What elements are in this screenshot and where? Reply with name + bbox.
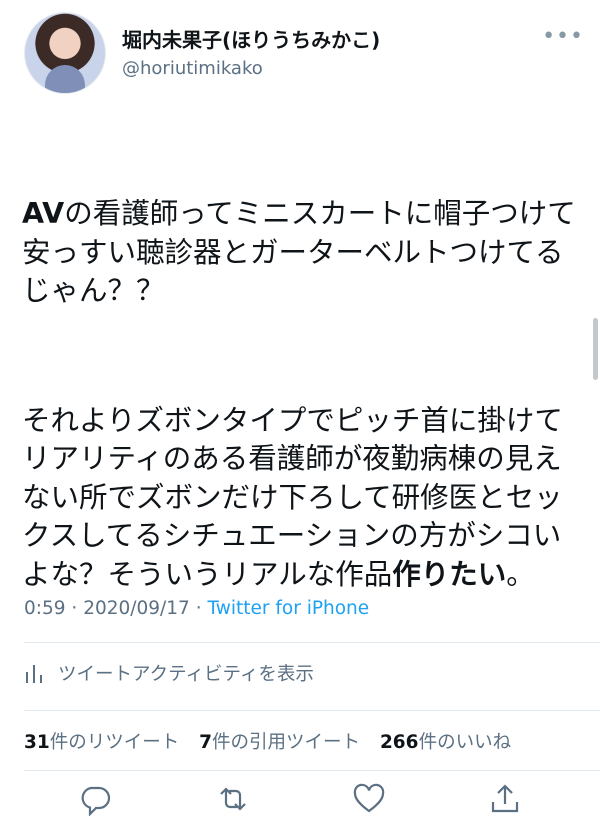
tweet-plain-text: 。 bbox=[506, 557, 535, 591]
tweet-date[interactable]: 2020/09/17 bbox=[83, 598, 190, 619]
tweet-plain-text: の看護師ってミニスカートに帽子つけて安っすい聴診器とガーターベルトつけてるじゃん… bbox=[22, 197, 576, 307]
tweet-stats: 31件のリツイート 7件の引用ツイート 266件のいいね bbox=[24, 728, 525, 754]
tweet-meta: 0:59 · 2020/09/17 · Twitter for iPhone bbox=[24, 598, 369, 619]
retweet-icon[interactable] bbox=[216, 782, 250, 816]
tweet-time[interactable]: 0:59 bbox=[24, 598, 66, 619]
divider bbox=[24, 770, 600, 771]
user-handle[interactable]: @horiutimikako bbox=[122, 58, 263, 79]
retweets-stat[interactable]: 31件のリツイート bbox=[24, 732, 179, 753]
reply-icon[interactable] bbox=[78, 782, 112, 816]
scrollbar[interactable] bbox=[593, 318, 598, 380]
likes-count: 266 bbox=[379, 732, 419, 753]
avatar[interactable] bbox=[24, 12, 106, 94]
tweet-text: AVの看護師ってミニスカートに帽子つけて安っすい聴診器とガーターベルトつけてるじ… bbox=[22, 118, 582, 633]
tweet-bold-text: AV bbox=[22, 197, 65, 230]
quotes-stat[interactable]: 7件の引用ツイート bbox=[199, 732, 360, 753]
tweet-paragraph-2: それよりズボンタイプでピッチ首に掛けてリアリティのある看護師が夜勤病棟の見えない… bbox=[22, 402, 582, 595]
more-options-icon[interactable]: ••• bbox=[542, 24, 584, 49]
share-icon[interactable] bbox=[488, 782, 522, 816]
likes-label: 件のいいね bbox=[418, 732, 512, 753]
quotes-label: 件の引用ツイート bbox=[212, 732, 361, 753]
divider bbox=[24, 710, 600, 711]
activity-label: ツイートアクティビティを表示 bbox=[58, 664, 314, 685]
divider bbox=[24, 642, 600, 643]
tweet-header: 堀内未果子(ほりうちみかこ) @horiutimikako ••• bbox=[24, 12, 584, 94]
tweet-bold-text: 作りたい bbox=[392, 557, 507, 591]
likes-stat[interactable]: 266件のいいね bbox=[380, 732, 511, 753]
retweets-label: 件のリツイート bbox=[49, 732, 180, 753]
meta-separator: · bbox=[189, 598, 208, 619]
tweet-activity-link[interactable]: ツイートアクティビティを表示 bbox=[24, 660, 314, 686]
tweet-source-link[interactable]: Twitter for iPhone bbox=[208, 598, 370, 619]
tweet-actions bbox=[0, 782, 600, 816]
retweets-count: 31 bbox=[24, 732, 50, 753]
display-name[interactable]: 堀内未果子(ほりうちみかこ) bbox=[122, 24, 380, 53]
bar-chart-icon bbox=[26, 665, 42, 683]
meta-separator: · bbox=[65, 598, 84, 619]
like-icon[interactable] bbox=[352, 782, 386, 816]
tweet-paragraph-1: AVの看護師ってミニスカートに帽子つけて安っすい聴診器とガーターベルトつけてるじ… bbox=[22, 195, 582, 311]
quotes-count: 7 bbox=[199, 732, 213, 753]
